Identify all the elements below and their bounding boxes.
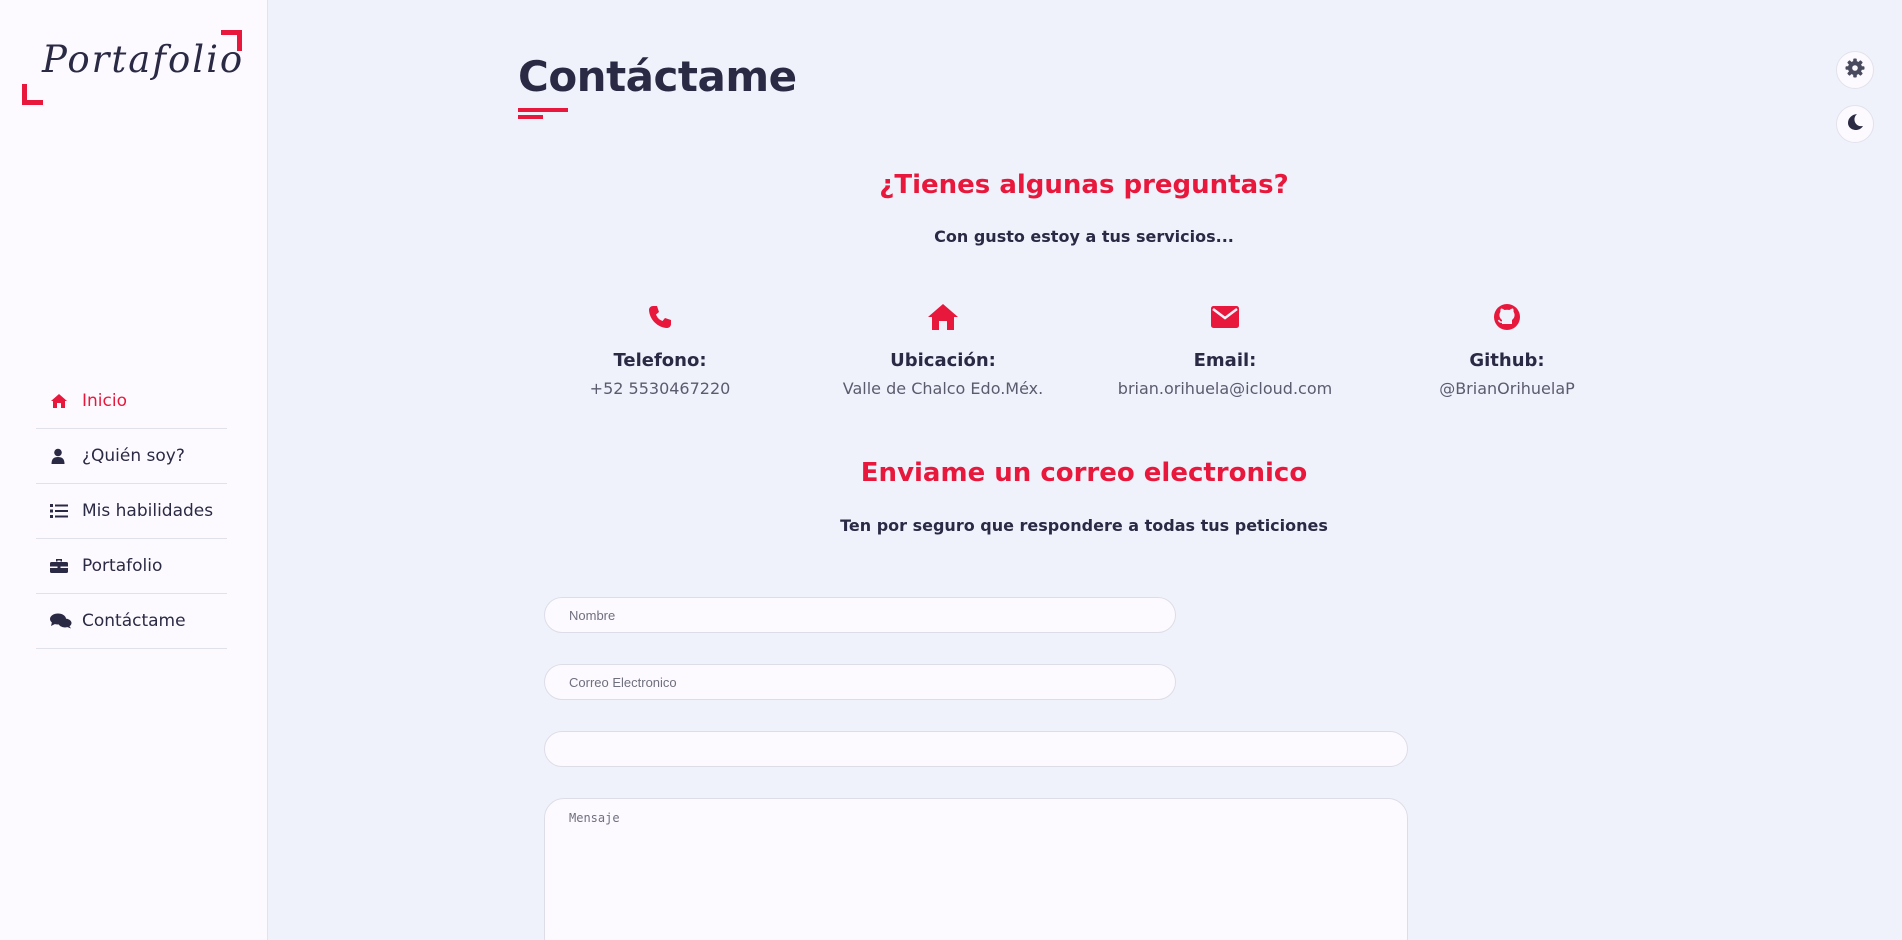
- title-underline-short: [518, 115, 543, 119]
- sidebar-item-inicio[interactable]: Inicio: [36, 374, 227, 429]
- user-icon: [50, 447, 72, 465]
- contact-value: brian.orihuela@icloud.com: [1117, 379, 1333, 398]
- contact-value: +52 5530467220: [589, 379, 731, 398]
- theme-toggle-button[interactable]: [1836, 105, 1874, 143]
- contact-github: Github: @BrianOrihuelaP: [1377, 300, 1637, 398]
- name-field[interactable]: [544, 597, 1176, 633]
- phone-icon: [530, 300, 790, 334]
- sidebar-item-label: Contáctame: [82, 611, 186, 631]
- contact-title: Telefono:: [613, 350, 707, 371]
- contact-email: Email: brian.orihuela@icloud.com: [1095, 300, 1355, 398]
- comments-icon: [50, 612, 72, 630]
- contact-title: Email:: [1193, 350, 1257, 371]
- gear-icon: [1845, 58, 1865, 82]
- sidebar-item-label: Portafolio: [82, 556, 163, 576]
- sidebar-item-portafolio[interactable]: Portafolio: [36, 539, 227, 594]
- sidebar-nav: Inicio ¿Quién soy? Mis habilidades Porta…: [36, 374, 227, 649]
- email-heading: Enviame un correo electronico: [860, 458, 1308, 488]
- sidebar: Portafolio Inicio ¿Quién soy? Mis habili…: [0, 0, 268, 940]
- sidebar-item-mis-habilidades[interactable]: Mis habilidades: [36, 484, 227, 539]
- main-content: Contáctame ¿Tienes algunas preguntas? Co…: [269, 0, 1902, 940]
- page-title: Contáctame: [518, 52, 797, 101]
- contact-title: Github:: [1469, 350, 1545, 371]
- sidebar-item-label: Mis habilidades: [82, 501, 214, 521]
- logo-text: Portafolio: [42, 38, 245, 81]
- contact-phone: Telefono: +52 5530467220: [530, 300, 790, 398]
- email-field[interactable]: [544, 664, 1176, 700]
- contact-title: Ubicación:: [890, 350, 996, 371]
- moon-icon: [1846, 113, 1864, 135]
- list-icon: [50, 502, 72, 520]
- logo-corner-bottom-left: [22, 84, 43, 105]
- github-icon: [1377, 300, 1637, 334]
- email-subtitle: Ten por seguro que respondere a todas tu…: [840, 516, 1328, 535]
- sidebar-item-label: Inicio: [82, 391, 127, 411]
- home-icon: [813, 300, 1073, 334]
- sidebar-item-label: ¿Quién soy?: [82, 446, 185, 466]
- title-underline: [518, 108, 568, 112]
- settings-button[interactable]: [1836, 51, 1874, 89]
- subject-field[interactable]: [544, 731, 1408, 767]
- contact-value: @BrianOrihuelaP: [1439, 379, 1575, 398]
- contact-location: Ubicación: Valle de Chalco Edo.Méx.: [813, 300, 1073, 398]
- sidebar-item-contactame[interactable]: Contáctame: [36, 594, 227, 649]
- contact-value: Valle de Chalco Edo.Méx.: [842, 379, 1044, 398]
- questions-subtitle: Con gusto estoy a tus servicios...: [934, 227, 1234, 246]
- logo[interactable]: Portafolio: [22, 30, 242, 105]
- questions-heading: ¿Tienes algunas preguntas?: [879, 170, 1289, 200]
- envelope-icon: [1095, 300, 1355, 334]
- sidebar-item-quien-soy[interactable]: ¿Quién soy?: [36, 429, 227, 484]
- briefcase-icon: [50, 557, 72, 575]
- message-field[interactable]: [544, 798, 1408, 940]
- home-icon: [50, 392, 72, 410]
